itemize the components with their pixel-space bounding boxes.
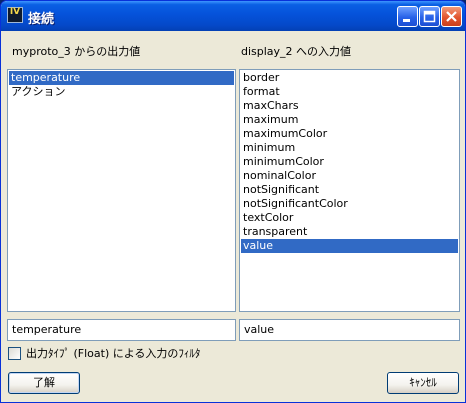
source-value-field[interactable]: temperature	[7, 319, 236, 341]
target-list[interactable]: border format maxChars maximum maximumColor m…	[239, 69, 460, 312]
target-list-item[interactable]: border	[241, 71, 458, 85]
source-list[interactable]: temperature アクション	[7, 69, 236, 312]
connection-dialog: IV 接続 myproto_3 からの出力値 display_2 への入力値 t…	[0, 0, 466, 403]
target-list-item[interactable]: minimum	[241, 141, 458, 155]
filter-checkbox[interactable]	[8, 347, 21, 360]
maximize-icon	[423, 10, 436, 23]
target-list-item[interactable]: notSignificantColor	[241, 197, 458, 211]
close-icon	[446, 11, 457, 22]
target-value-field[interactable]: value	[239, 319, 460, 341]
ok-button[interactable]: 了解	[8, 372, 80, 394]
target-list-item[interactable]: value	[241, 239, 458, 253]
source-list-item[interactable]: アクション	[9, 85, 234, 99]
target-list-item[interactable]: minimumColor	[241, 155, 458, 169]
target-list-item[interactable]: maximumColor	[241, 127, 458, 141]
minimize-icon	[403, 19, 410, 22]
app-icon-stripe	[8, 17, 22, 21]
cancel-button[interactable]: ｷｬﾝｾﾙ	[387, 372, 459, 394]
source-label: myproto_3 からの出力値	[12, 45, 141, 58]
target-list-item[interactable]: nominalColor	[241, 169, 458, 183]
target-list-item[interactable]: maxChars	[241, 99, 458, 113]
minimize-button[interactable]	[397, 6, 418, 27]
target-list-item[interactable]: textColor	[241, 211, 458, 225]
target-list-item[interactable]: notSignificant	[241, 183, 458, 197]
target-label: display_2 への入力値	[241, 45, 352, 58]
window-title: 接続	[28, 12, 55, 27]
target-list-item[interactable]: format	[241, 85, 458, 99]
source-list-item[interactable]: temperature	[9, 71, 234, 85]
iv-app-icon: IV	[7, 7, 23, 23]
target-list-item[interactable]: transparent	[241, 225, 458, 239]
title-bar[interactable]: IV 接続	[1, 1, 465, 31]
close-button[interactable]	[441, 6, 462, 27]
maximize-button[interactable]	[419, 6, 440, 27]
filter-checkbox-label[interactable]: 出力ﾀｲﾌﾟ (Float) による入力のﾌｨﾙﾀ	[26, 347, 200, 361]
target-list-item[interactable]: maximum	[241, 113, 458, 127]
